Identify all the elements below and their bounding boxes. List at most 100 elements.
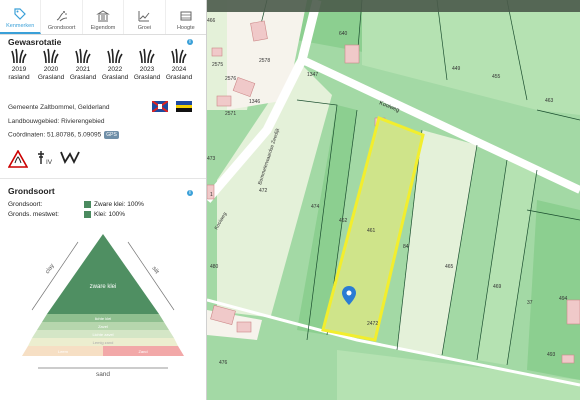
crop-name: Grasland bbox=[133, 74, 161, 81]
crop-name: Grasland bbox=[165, 74, 193, 81]
grondsoort-label: Grondsoort: bbox=[8, 201, 43, 208]
parcel-number: 461 bbox=[367, 228, 376, 234]
crop-year: 2024 bbox=[171, 66, 187, 73]
mestwet-value: Klei: 100% bbox=[94, 211, 126, 219]
grass-icon bbox=[11, 48, 27, 64]
parcel-number: 2472 bbox=[367, 321, 378, 327]
tag-icon bbox=[14, 8, 27, 20]
triangle-layer-label: Lemig zand bbox=[93, 340, 114, 345]
grass-icon bbox=[43, 48, 59, 64]
triangle-layer-label: Zavel bbox=[98, 324, 108, 329]
gemeente-flag-icon bbox=[152, 101, 168, 112]
parcel-number: 473 bbox=[207, 156, 216, 162]
parcel-number: 2578 bbox=[259, 58, 270, 64]
grass-icon bbox=[139, 48, 155, 64]
divider bbox=[0, 178, 206, 179]
soil-icon bbox=[56, 11, 67, 22]
grass-icon bbox=[107, 48, 123, 64]
crop-rotation-item: 2020 Grasland bbox=[36, 48, 66, 82]
gemeente-text: Gemeente Zaltbommel, Gelderland bbox=[8, 104, 110, 111]
crop-year: 2020 bbox=[43, 66, 59, 73]
tab-groei[interactable]: Groei bbox=[124, 0, 166, 34]
info-icon[interactable]: i bbox=[187, 190, 193, 196]
parcel-number: 640 bbox=[339, 31, 348, 37]
crop-rotation-list: 2019 rasland 2020 Grasland 2021 Grasland… bbox=[4, 48, 194, 82]
soil-class-label: IV bbox=[46, 159, 53, 166]
nature-warning-icon bbox=[8, 150, 28, 168]
crop-year: 2023 bbox=[139, 66, 155, 73]
parcel-number: 1347 bbox=[307, 72, 318, 78]
parcel-number: 465 bbox=[445, 264, 454, 270]
water-icon bbox=[60, 151, 80, 164]
grondsoort-title: Grondsoort bbox=[8, 186, 55, 196]
crop-year: 2019 bbox=[11, 66, 27, 73]
gewasrotatie-title: Gewasrotatie bbox=[8, 37, 62, 47]
tab-bar: Kenmerken Grondsoort Eigendom Groei Hoog… bbox=[0, 0, 206, 35]
parcel-number: 449 bbox=[452, 66, 461, 72]
tab-kenmerken[interactable]: Kenmerken bbox=[0, 0, 42, 34]
coordinates-text: Coördinaten: 51.80786, 5.09095 bbox=[8, 131, 102, 139]
parcel-number: 462 bbox=[339, 218, 348, 224]
crop-name: rasland bbox=[8, 74, 30, 81]
parcel-number: 1346 bbox=[249, 99, 260, 105]
crop-year: 2022 bbox=[107, 66, 123, 73]
crop-rotation-item: 2024 Grasland bbox=[164, 48, 194, 82]
grondsoort-value: Zware klei: 100% bbox=[94, 201, 144, 209]
parcel-number: 2575 bbox=[212, 62, 223, 68]
growth-chart-icon bbox=[138, 11, 150, 22]
tab-label: Eigendom bbox=[90, 25, 116, 31]
crop-year: 2021 bbox=[75, 66, 91, 73]
sand-axis-label: sand bbox=[96, 371, 110, 378]
soil-swatch bbox=[84, 211, 91, 218]
mestwet-label: Gronds. mestwet: bbox=[8, 211, 59, 218]
grondsoort-value-row: Zware klei: 100% bbox=[84, 201, 144, 208]
parcel-number: 480 bbox=[210, 264, 219, 270]
parcel-number: 37 bbox=[527, 300, 533, 306]
map-view[interactable]: Kooiweg Bommelerwaardse Zeedijk Kooiweg … bbox=[207, 0, 580, 400]
mestwet-value-row: Klei: 100% bbox=[84, 211, 125, 218]
info-icon[interactable]: i bbox=[187, 39, 193, 45]
landmark-icon bbox=[96, 10, 110, 22]
tab-label: Kenmerken bbox=[6, 23, 35, 29]
soil-swatch bbox=[84, 201, 91, 208]
landbouwgebied-text: Landbouwgebied: Rivierengebied bbox=[8, 118, 105, 125]
province-flag-icon bbox=[176, 101, 192, 112]
parcel-number: 469 bbox=[493, 284, 502, 290]
height-icon bbox=[180, 11, 192, 21]
parcel-number: 474 bbox=[311, 204, 320, 210]
tab-label: Hoogte bbox=[176, 25, 195, 31]
tab-grondsoort[interactable]: Grondsoort bbox=[41, 0, 83, 34]
parcel-number: 1 bbox=[210, 192, 213, 198]
triangle-zware-klei bbox=[47, 234, 159, 314]
crop-rotation-item: 2022 Grasland bbox=[100, 48, 130, 82]
crop-rotation-item: 2021 Grasland bbox=[68, 48, 98, 82]
tab-eigendom[interactable]: Eigendom bbox=[83, 0, 125, 34]
triangle-layer-label: Lichte zavel bbox=[92, 332, 113, 337]
parcel-number: 494 bbox=[559, 296, 568, 302]
triangle-layer-label: lichte klei bbox=[95, 316, 112, 321]
parcel-number: 466 bbox=[207, 18, 216, 24]
map-top-bar bbox=[207, 0, 580, 12]
parcel-number: 476 bbox=[219, 360, 228, 366]
parcel-number: 2576 bbox=[225, 76, 236, 82]
parcel-number: 455 bbox=[492, 74, 501, 80]
soil-texture-triangle: zware klei lichte klei Zavel Lichte zave… bbox=[22, 234, 184, 378]
coordinates-row: Coördinaten: 51.80786, 5.09095 GPS bbox=[8, 131, 119, 139]
parcel-number: 493 bbox=[547, 352, 556, 358]
silt-axis-label: silt bbox=[150, 266, 159, 276]
parcel-number: 84 bbox=[403, 244, 409, 250]
triangle-layer-label: Zand bbox=[138, 349, 147, 354]
triangle-top-label: zware klei bbox=[90, 284, 117, 290]
crop-name: Grasland bbox=[101, 74, 129, 81]
map-canvas[interactable]: Kooiweg Bommelerwaardse Zeedijk Kooiweg … bbox=[207, 0, 580, 400]
clay-axis-label: clay bbox=[45, 263, 56, 275]
tab-label: Grondsoort bbox=[47, 25, 76, 31]
triangle-layer-label: Leem bbox=[58, 349, 69, 354]
parcel-number: 472 bbox=[259, 188, 268, 194]
parcel-info-panel: Kenmerken Grondsoort Eigendom Groei Hoog… bbox=[0, 0, 207, 400]
parcel-number: 2571 bbox=[225, 111, 236, 117]
gps-button[interactable]: GPS bbox=[104, 131, 119, 139]
grass-icon bbox=[75, 48, 91, 64]
tab-hoogte[interactable]: Hoogte bbox=[166, 0, 206, 34]
tree-icon bbox=[38, 151, 44, 164]
